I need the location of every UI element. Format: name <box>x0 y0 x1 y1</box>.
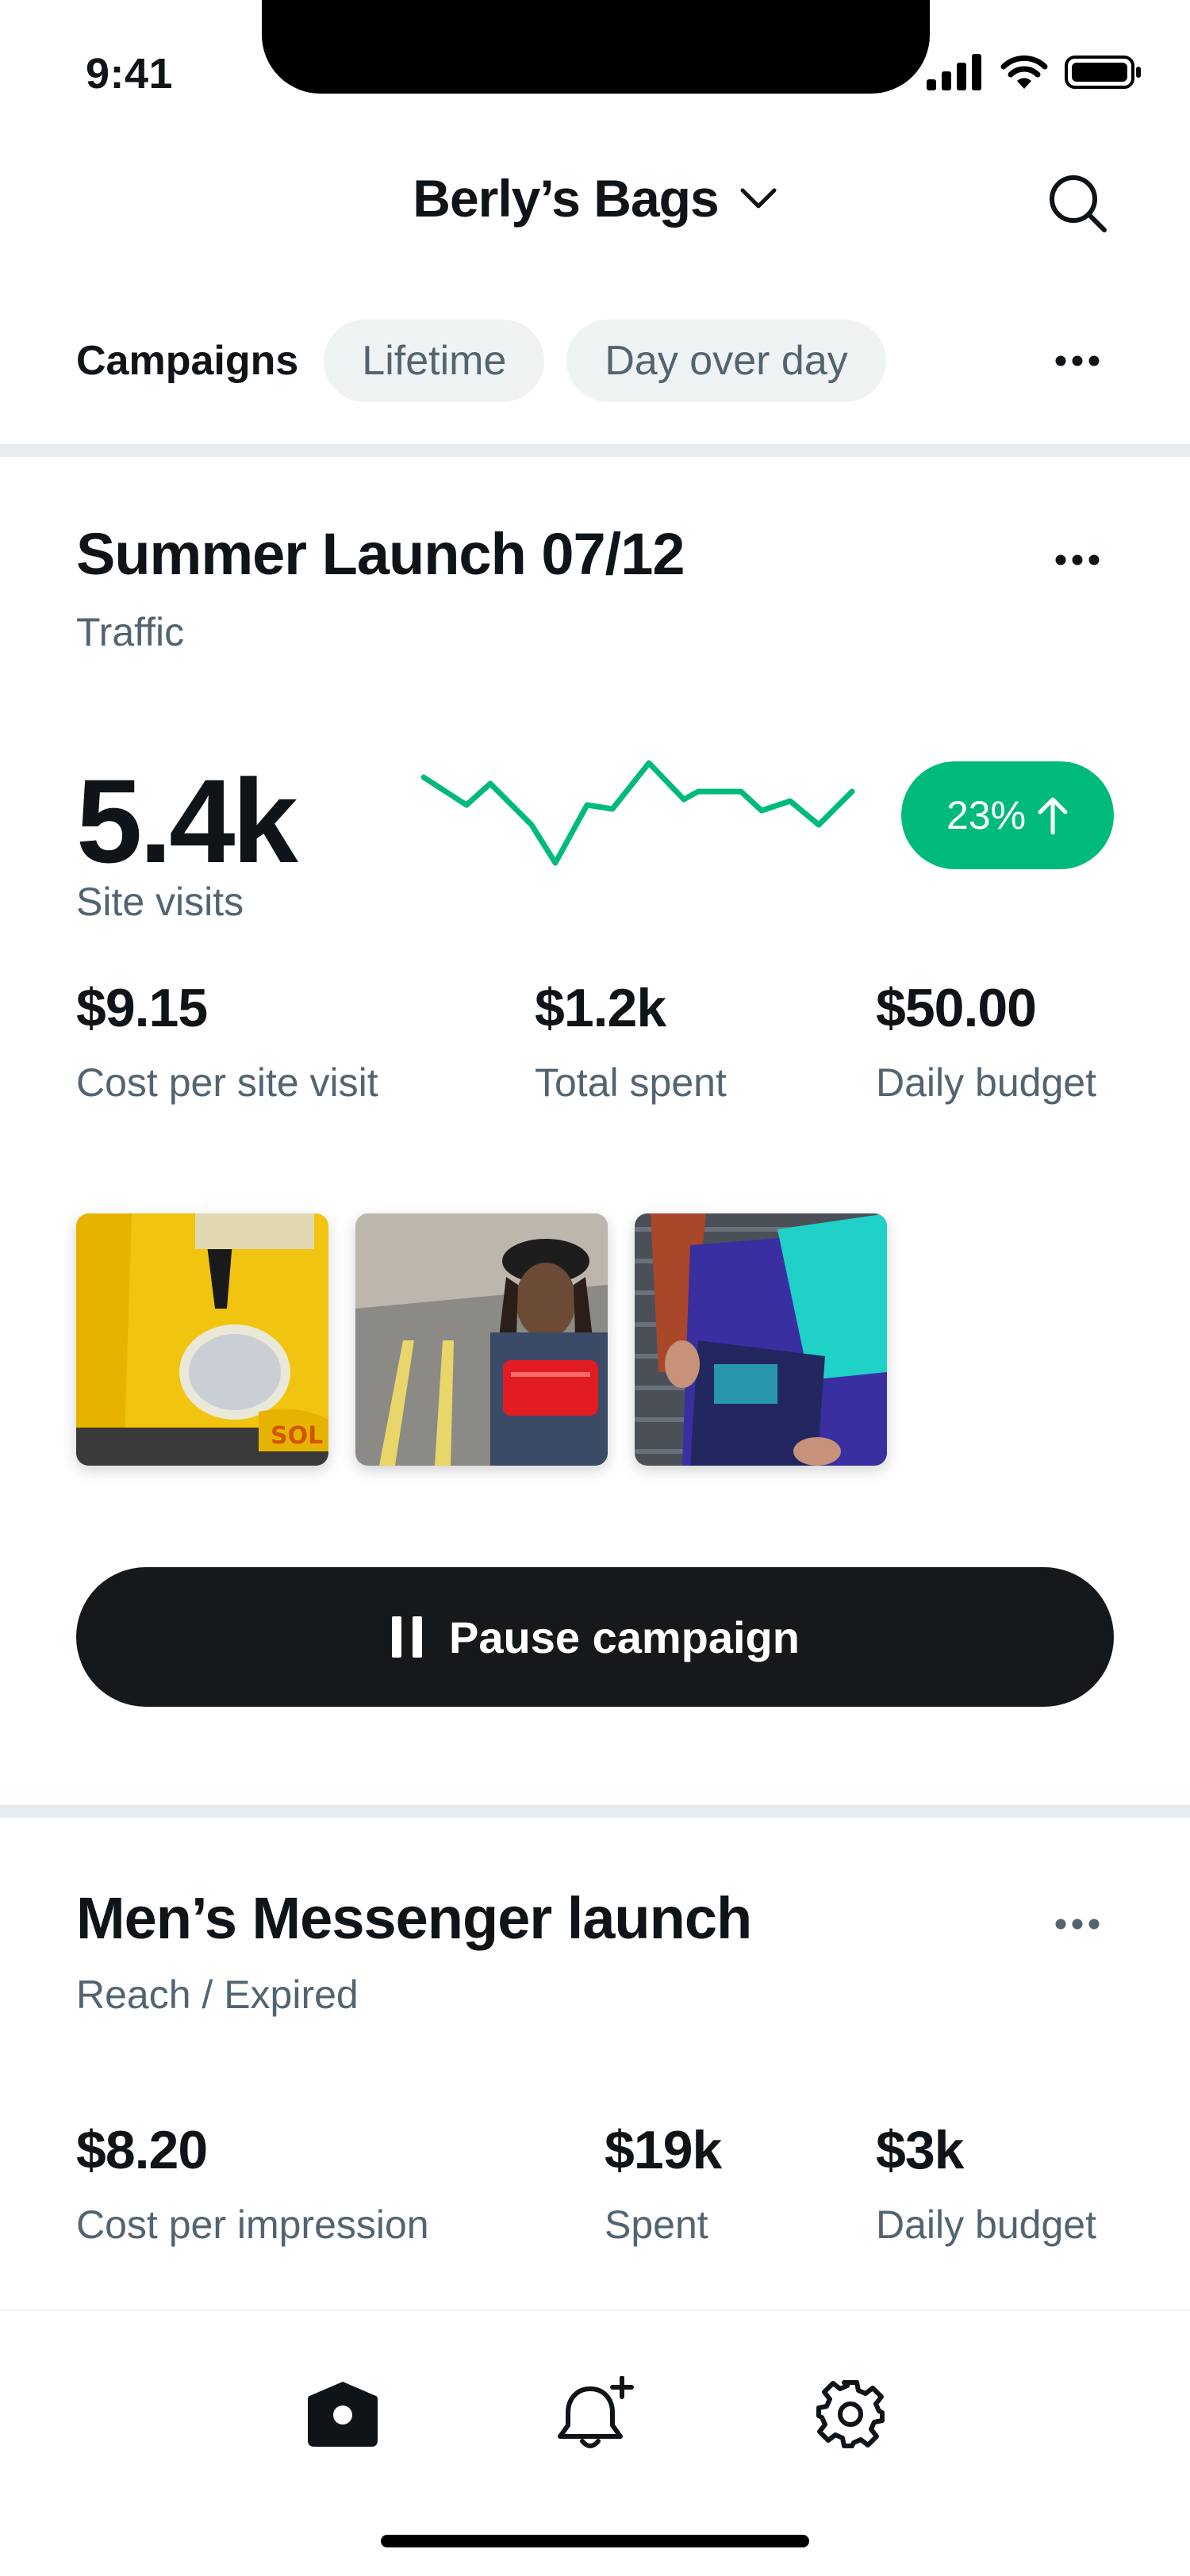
arrow-up-icon <box>1038 797 1068 834</box>
pause-campaign-button[interactable]: Pause campaign <box>76 1567 1114 1707</box>
tabs-more-button[interactable] <box>1039 325 1115 397</box>
home-icon <box>308 2382 378 2447</box>
search-button[interactable] <box>1039 165 1115 241</box>
pause-icon <box>392 1616 423 1658</box>
svg-text:SOL: SOL <box>271 1422 323 1450</box>
battery-icon <box>1065 56 1141 89</box>
creative-thumbnail[interactable] <box>355 1213 608 1466</box>
yellow-hoodie-crossbody-bag-image: SOL <box>76 1213 328 1466</box>
nav-notifications[interactable] <box>547 2367 643 2462</box>
nav-settings[interactable] <box>803 2367 898 2462</box>
more-horizontal-icon <box>1055 355 1100 366</box>
headline-metric-value: 5.4k <box>76 754 298 887</box>
chevron-down-icon <box>740 188 777 209</box>
status-icons <box>927 49 1142 95</box>
notification-add-icon <box>558 2376 634 2448</box>
more-horizontal-icon <box>1055 1919 1100 1930</box>
pause-campaign-label: Pause campaign <box>449 1612 800 1662</box>
stat-value: $50.00 <box>876 978 1037 1038</box>
stat-value: $9.15 <box>76 978 208 1038</box>
settings-icon <box>816 2380 885 2448</box>
device-notch <box>262 0 930 94</box>
tab-lifetime[interactable]: Lifetime <box>324 320 545 402</box>
headline-metric-label: Site visits <box>76 880 244 924</box>
stat-label: Cost per site visit <box>76 1060 378 1105</box>
stat-value: $8.20 <box>76 2120 208 2180</box>
stat-label: Total spent <box>535 1060 727 1105</box>
status-time: 9:41 <box>86 50 174 98</box>
section-divider <box>0 444 1190 457</box>
trend-sparkline <box>420 760 855 866</box>
creative-thumbnail[interactable]: SOL <box>76 1213 328 1466</box>
stat-label: Daily budget <box>876 1060 1096 1105</box>
campaign-objective: Traffic <box>76 610 185 654</box>
campaign-more-button[interactable] <box>1039 1892 1115 1956</box>
navy-teal-belt-bag-image <box>635 1213 887 1466</box>
stat-value: $19k <box>605 2120 722 2180</box>
stat-value: $1.2k <box>535 978 666 1038</box>
change-value: 23% <box>946 793 1027 838</box>
tab-campaigns[interactable]: Campaigns <box>76 337 298 385</box>
stat-label: Spent <box>605 2202 708 2247</box>
signal-icon <box>927 54 981 90</box>
campaign-title[interactable]: Summer Launch 07/12 <box>76 520 685 588</box>
more-horizontal-icon <box>1055 554 1100 565</box>
change-badge: 23% <box>901 761 1114 869</box>
red-chest-bag-image <box>355 1213 608 1466</box>
store-switcher[interactable]: Berly’s Bags <box>0 168 1190 228</box>
nav-home[interactable] <box>295 2367 390 2462</box>
creative-thumbnail[interactable] <box>635 1213 887 1466</box>
stat-label: Daily budget <box>876 2202 1096 2247</box>
filter-tabs: Campaigns Lifetime Day over day <box>76 317 1114 404</box>
store-name: Berly’s Bags <box>413 169 719 228</box>
search-icon <box>1050 175 1107 232</box>
campaign-objective: Reach / Expired <box>76 1972 359 2017</box>
wifi-icon <box>1000 55 1048 89</box>
home-indicator <box>381 2535 809 2547</box>
tab-day-over-day[interactable]: Day over day <box>566 320 886 402</box>
campaign-more-button[interactable] <box>1039 528 1115 592</box>
stat-label: Cost per impression <box>76 2202 429 2247</box>
stat-value: $3k <box>876 2120 964 2180</box>
campaign-title[interactable]: Men’s Messenger launch <box>76 1884 752 1952</box>
section-divider <box>0 1805 1190 1818</box>
